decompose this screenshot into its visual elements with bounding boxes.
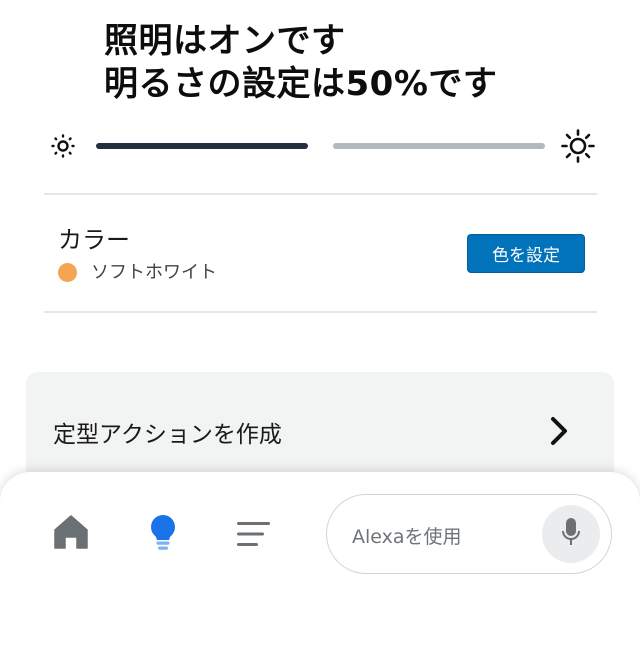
create-routine-label: 定型アクションを作成 <box>53 422 282 448</box>
brightness-slider-track[interactable] <box>333 143 545 149</box>
color-section-title: カラー <box>58 226 130 254</box>
menu-icon[interactable] <box>237 521 271 551</box>
divider <box>44 193 597 195</box>
sun-small-icon[interactable] <box>49 128 77 162</box>
chevron-right-icon <box>548 416 570 450</box>
alexa-input[interactable]: Alexaを使用 <box>326 494 612 574</box>
status-line-brightness: 明るさの設定は50%です <box>104 64 498 104</box>
alexa-input-placeholder: Alexaを使用 <box>352 526 462 548</box>
color-swatch <box>58 263 77 282</box>
microphone-icon <box>561 517 581 551</box>
status-line-power: 照明はオンです <box>104 21 346 61</box>
bottom-navigation-bar: Alexaを使用 <box>0 472 640 652</box>
divider <box>44 311 597 313</box>
brightness-slider-fill[interactable] <box>96 143 308 149</box>
light-status-heading: 照明はオンです 明るさの設定は50%です <box>104 20 497 106</box>
sun-large-icon[interactable] <box>560 128 596 164</box>
microphone-button[interactable] <box>542 505 600 563</box>
current-color-label: ソフトホワイト <box>91 262 217 283</box>
lightbulb-icon[interactable] <box>148 514 178 558</box>
set-color-button[interactable]: 色を設定 <box>467 234 585 273</box>
home-icon[interactable] <box>53 514 89 554</box>
